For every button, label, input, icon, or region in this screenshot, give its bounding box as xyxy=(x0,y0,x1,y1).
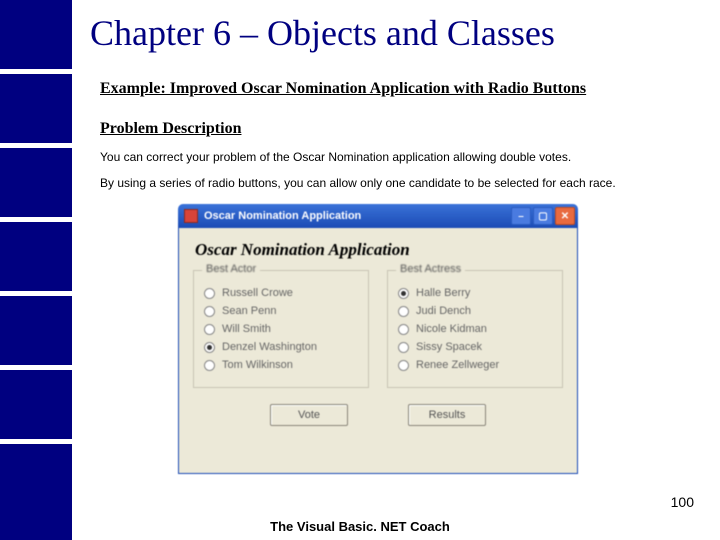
sidebar-block xyxy=(0,148,72,217)
sidebar-block xyxy=(0,296,72,365)
radio-will-smith[interactable]: Will Smith xyxy=(204,323,358,335)
problem-description-heading: Problem Description xyxy=(100,120,241,138)
radio-halle-berry[interactable]: Halle Berry xyxy=(398,287,552,299)
radio-label: Will Smith xyxy=(222,323,271,335)
radio-label: Renee Zellweger xyxy=(416,359,499,371)
radio-icon xyxy=(204,288,215,299)
group-best-actress: Best Actress Halle Berry Judi Dench Nico… xyxy=(387,270,563,388)
radio-sissy-spacek[interactable]: Sissy Spacek xyxy=(398,341,552,353)
radio-icon xyxy=(398,288,409,299)
radio-sean-penn[interactable]: Sean Penn xyxy=(204,305,358,317)
sidebar-block xyxy=(0,370,72,439)
example-heading: Example: Improved Oscar Nomination Appli… xyxy=(100,80,586,98)
group-legend-actor: Best Actor xyxy=(202,263,260,275)
radio-label: Tom Wilkinson xyxy=(222,359,293,371)
radio-icon xyxy=(204,342,215,353)
radio-icon xyxy=(204,360,215,371)
radio-label: Russell Crowe xyxy=(222,287,293,299)
footer-text: The Visual Basic. NET Coach xyxy=(0,519,720,534)
results-button[interactable]: Results xyxy=(408,404,486,426)
radio-label: Nicole Kidman xyxy=(416,323,487,335)
window-body: Oscar Nomination Application Best Actor … xyxy=(178,228,578,474)
app-icon xyxy=(184,209,198,223)
radio-label: Sean Penn xyxy=(222,305,276,317)
radio-label: Sissy Spacek xyxy=(416,341,482,353)
radio-icon xyxy=(204,324,215,335)
sidebar-block xyxy=(0,74,72,143)
radio-judi-dench[interactable]: Judi Dench xyxy=(398,305,552,317)
close-icon[interactable]: ✕ xyxy=(555,207,575,225)
app-window: Oscar Nomination Application – ▢ ✕ Oscar… xyxy=(178,204,578,474)
radio-tom-wilkinson[interactable]: Tom Wilkinson xyxy=(204,359,358,371)
radio-icon xyxy=(398,360,409,371)
app-heading: Oscar Nomination Application xyxy=(195,240,563,260)
radio-label: Denzel Washington xyxy=(222,341,317,353)
radio-nicole-kidman[interactable]: Nicole Kidman xyxy=(398,323,552,335)
group-legend-actress: Best Actress xyxy=(396,263,465,275)
chapter-title: Chapter 6 – Objects and Classes xyxy=(90,12,555,54)
vote-button[interactable]: Vote xyxy=(270,404,348,426)
sidebar-decoration xyxy=(0,0,72,540)
body-text-2: By using a series of radio buttons, you … xyxy=(100,176,616,190)
group-best-actor: Best Actor Russell Crowe Sean Penn Will … xyxy=(193,270,369,388)
maximize-icon[interactable]: ▢ xyxy=(533,207,553,225)
radio-icon xyxy=(398,306,409,317)
radio-denzel-washington[interactable]: Denzel Washington xyxy=(204,341,358,353)
radio-icon xyxy=(398,324,409,335)
radio-icon xyxy=(204,306,215,317)
radio-label: Halle Berry xyxy=(416,287,470,299)
titlebar: Oscar Nomination Application – ▢ ✕ xyxy=(178,204,578,228)
radio-icon xyxy=(398,342,409,353)
radio-russell-crowe[interactable]: Russell Crowe xyxy=(204,287,358,299)
minimize-icon[interactable]: – xyxy=(511,207,531,225)
radio-label: Judi Dench xyxy=(416,305,471,317)
page-number: 100 xyxy=(671,494,694,510)
sidebar-block xyxy=(0,0,72,69)
window-title: Oscar Nomination Application xyxy=(204,210,509,222)
body-text-1: You can correct your problem of the Osca… xyxy=(100,150,571,164)
sidebar-block xyxy=(0,222,72,291)
radio-renee-zellweger[interactable]: Renee Zellweger xyxy=(398,359,552,371)
